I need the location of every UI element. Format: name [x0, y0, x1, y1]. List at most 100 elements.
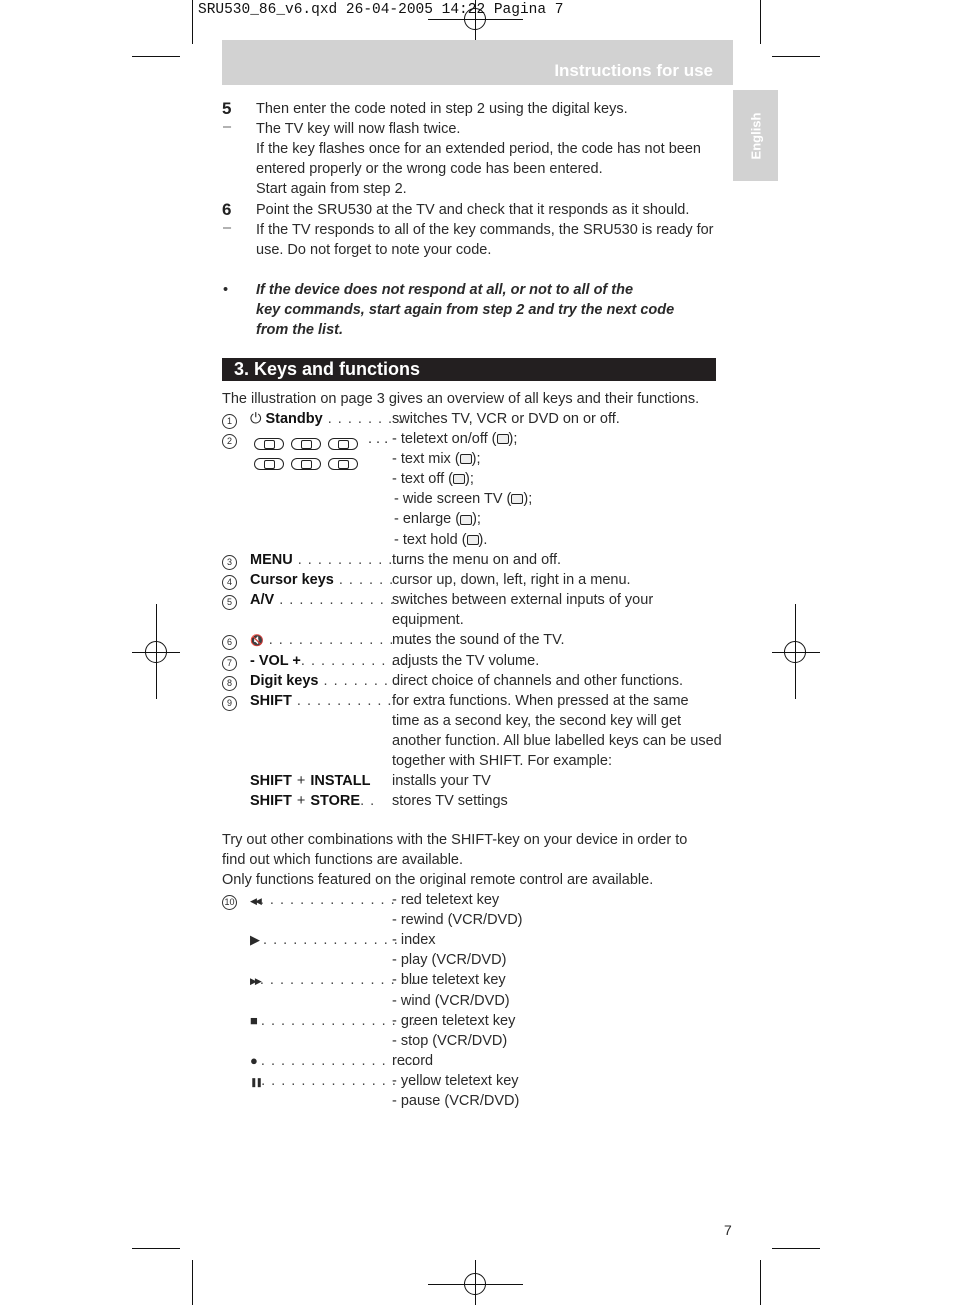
- key-label-row: SHIFT . . . . . . . . . . .: [250, 693, 403, 709]
- key-name: - VOL +: [250, 652, 301, 669]
- leader-dots: . . . . . . . .: [318, 672, 399, 689]
- key-label-row: - VOL +. . . . . . . . . . .: [250, 653, 407, 669]
- enlarge-key-icon: [460, 514, 473, 525]
- body-text: find out which functions are available.: [222, 852, 464, 869]
- teletext-function: - text mix ();: [392, 451, 481, 467]
- page-header: Instructions for use: [222, 40, 733, 85]
- step-text: If the key flashes once for an extended …: [256, 141, 701, 158]
- key-description: - red teletext key: [392, 892, 500, 908]
- key-name: A/V: [250, 592, 275, 609]
- key-description: - yellow teletext key: [392, 1072, 519, 1089]
- item-number-badge: 4: [222, 575, 237, 591]
- section-title: 3. Keys and functions: [234, 359, 421, 379]
- text-mix-key[interactable]: [291, 438, 321, 450]
- shift-combo: SHIFT + INSTALL: [250, 773, 371, 789]
- key-description: equipment.: [392, 612, 464, 629]
- registration-mark: [464, 1273, 486, 1295]
- step-text: entered properly or the wrong code has b…: [256, 161, 603, 178]
- key-description: direct choice of channels and other func…: [392, 672, 683, 689]
- key-description: adjusts the TV volume.: [392, 652, 540, 669]
- note-line: key commands, start again from step 2 an…: [256, 302, 675, 318]
- key-description: time as a second key, the second key wil…: [392, 712, 682, 729]
- text-mix-key-icon: [459, 454, 472, 465]
- function-text: - teletext on/off (: [392, 431, 497, 447]
- pause-icon: ❚❚: [250, 1076, 263, 1087]
- function-end: );: [508, 431, 518, 447]
- teletext-function: - wide screen TV ();: [394, 491, 532, 507]
- key-description: switches TV, VCR or DVD on or off.: [392, 411, 620, 427]
- key-name: SHIFT: [250, 692, 292, 709]
- item-number-badge: 7: [222, 655, 237, 671]
- wide-screen-key-icon: [511, 494, 524, 505]
- key-name: SHIFT: [250, 793, 292, 810]
- item-number-badge: 5: [222, 595, 237, 611]
- wide-screen-key-icon: [264, 460, 275, 469]
- key-description: switches between external inputs of your: [392, 592, 654, 609]
- language-label: English: [748, 112, 763, 159]
- crop-mark: [772, 56, 820, 57]
- transport-key-row: ▶▶. . . . . . . . . . . . . . . .: [250, 972, 416, 988]
- key-description: - wind (VCR/DVD): [392, 992, 510, 1009]
- key-label-row: MENU . . . . . . . . . . .: [250, 552, 403, 568]
- step-dash: –: [223, 119, 232, 136]
- key-description: for extra functions. When pressed at the…: [392, 692, 689, 709]
- key-name: MENU: [250, 552, 293, 568]
- leader-dots: . . . . . . . . . . .: [292, 552, 404, 568]
- key-description: mutes the sound of the TV.: [392, 632, 565, 649]
- text-off-key-icon: [452, 474, 465, 485]
- teletext-key-icon: [264, 440, 275, 449]
- key-description: installs your TV: [392, 773, 491, 790]
- key-description: another function. All blue labelled keys…: [392, 732, 722, 749]
- header-title: Instructions for use: [554, 61, 713, 80]
- key-description: - stop (VCR/DVD): [392, 1032, 508, 1049]
- item-number-badge: 1: [222, 414, 237, 429]
- key-description: together with SHIFT. For example:: [392, 753, 612, 769]
- text-off-key-icon: [338, 440, 349, 449]
- step-number: 6: [222, 199, 232, 219]
- function-end: ).: [478, 531, 488, 548]
- leader-dots: . . . . . . . . . . .: [291, 692, 403, 709]
- registration-mark: [464, 8, 486, 30]
- key-description: - green teletext key: [392, 1012, 516, 1029]
- leader-dots: . .: [360, 793, 376, 810]
- step-text: Then enter the code noted in step 2 usin…: [256, 101, 628, 117]
- step-text: Point the SRU530 at the TV and check tha…: [256, 201, 690, 218]
- function-text: - text hold (: [394, 531, 467, 548]
- crop-mark: [132, 56, 180, 57]
- teletext-function: - text off ();: [392, 471, 474, 487]
- item-number-badge: 9: [222, 695, 237, 711]
- key-label-row: A/V . . . . . . . . . . . . . .: [250, 592, 415, 608]
- item-number-badge: 8: [222, 675, 237, 691]
- key-description: - rewind (VCR/DVD): [392, 912, 523, 929]
- key-name: INSTALL: [310, 773, 371, 790]
- text-hold-key-icon: [466, 534, 479, 545]
- key-name: STORE: [310, 793, 361, 810]
- step-text: use. Do not forget to note your code.: [256, 241, 492, 258]
- standby-icon: ⏻: [250, 411, 262, 427]
- section-heading: 3. Keys and functions: [222, 358, 716, 381]
- item-number-badge: 3: [222, 555, 237, 570]
- function-text: - text mix (: [392, 451, 460, 468]
- key-name: Digit keys: [250, 672, 319, 689]
- teletext-key[interactable]: [254, 438, 284, 450]
- enlarge-key-icon: [301, 460, 312, 469]
- body-text: Try out other combinations with the SHIF…: [222, 832, 688, 848]
- key-label-row: Digit keys . . . . . . . .: [250, 673, 399, 689]
- text-hold-key[interactable]: [328, 458, 358, 470]
- function-end: );: [472, 511, 481, 528]
- step-number: 5: [222, 99, 232, 118]
- rewind-icon: ◀◀: [250, 896, 262, 906]
- registration-mark: [784, 641, 806, 663]
- note-line: from the list.: [256, 322, 344, 338]
- wide-screen-key[interactable]: [254, 458, 284, 470]
- text-off-key[interactable]: [328, 438, 358, 450]
- enlarge-key[interactable]: [291, 458, 321, 470]
- function-text: - enlarge (: [394, 511, 461, 528]
- leader-dots: . . .: [368, 431, 389, 447]
- plus-sign: +: [296, 773, 306, 790]
- item-number-badge: 2: [222, 434, 237, 449]
- note-line: If the device does not respond at all, o…: [256, 282, 634, 298]
- item-number-badge: 6: [222, 635, 237, 651]
- function-text: - wide screen TV (: [394, 491, 512, 508]
- crop-mark: [192, 1260, 193, 1305]
